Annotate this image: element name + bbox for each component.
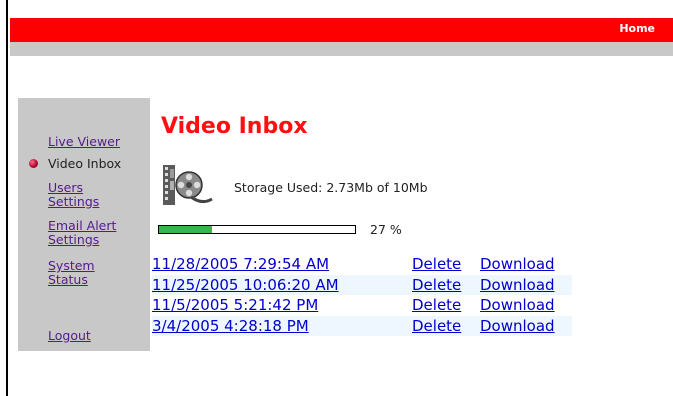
- storage-progress-fill: [159, 226, 212, 233]
- download-link[interactable]: Download: [480, 254, 555, 274]
- red-bullet-icon: [29, 159, 38, 168]
- page-title: Video Inbox: [161, 114, 308, 139]
- recording-row: 11/28/2005 7:29:54 AM Delete Download: [152, 254, 572, 275]
- sidebar-item-email-alert-line1[interactable]: Email Alert: [48, 219, 116, 233]
- delete-link[interactable]: Delete: [412, 254, 461, 274]
- download-link[interactable]: Download: [480, 275, 555, 295]
- sidebar-item-email-alert-line2[interactable]: Settings: [48, 233, 99, 247]
- top-navigation-bar: Home: [10, 18, 673, 42]
- storage-used-text: Storage Used: 2.73Mb of 10Mb: [234, 180, 428, 195]
- recording-row: 3/4/2005 4:28:18 PM Delete Download: [152, 315, 572, 336]
- recordings-list: 11/28/2005 7:29:54 AM Delete Download 11/25…: [152, 254, 572, 336]
- sidebar-item-users-settings-line1[interactable]: Users: [48, 181, 83, 195]
- sidebar-item-video-inbox: Video Inbox: [48, 156, 122, 171]
- sidebar-item-users-settings-line2[interactable]: Settings: [48, 195, 99, 209]
- header-divider: [10, 42, 673, 56]
- sidebar-item-live-viewer[interactable]: Live Viewer: [48, 135, 120, 149]
- recording-date-link[interactable]: 3/4/2005 4:28:18 PM: [152, 316, 309, 336]
- delete-link[interactable]: Delete: [412, 275, 461, 295]
- window-left-border: [0, 0, 8, 396]
- logout-link[interactable]: Logout: [48, 329, 91, 343]
- sidebar-item-system-status-line1[interactable]: System: [48, 259, 95, 273]
- recording-row: 11/5/2005 5:21:42 PM Delete Download: [152, 295, 572, 316]
- film-reel-icon: [163, 165, 213, 205]
- recording-date-link[interactable]: 11/25/2005 10:06:20 AM: [152, 275, 339, 295]
- recording-date-link[interactable]: 11/28/2005 7:29:54 AM: [152, 254, 329, 274]
- storage-progress-bar: [158, 225, 356, 234]
- delete-link[interactable]: Delete: [412, 316, 461, 336]
- recording-row: 11/25/2005 10:06:20 AM Delete Download: [152, 274, 572, 295]
- recording-date-link[interactable]: 11/5/2005 5:21:42 PM: [152, 295, 318, 315]
- home-link[interactable]: Home: [619, 22, 655, 35]
- sidebar-item-system-status-line2[interactable]: Status: [48, 273, 88, 287]
- download-link[interactable]: Download: [480, 295, 555, 315]
- sidebar: Live Viewer Video Inbox Users Settings E…: [18, 98, 150, 351]
- storage-percent-label: 27 %: [370, 222, 402, 237]
- download-link[interactable]: Download: [480, 316, 555, 336]
- delete-link[interactable]: Delete: [412, 295, 461, 315]
